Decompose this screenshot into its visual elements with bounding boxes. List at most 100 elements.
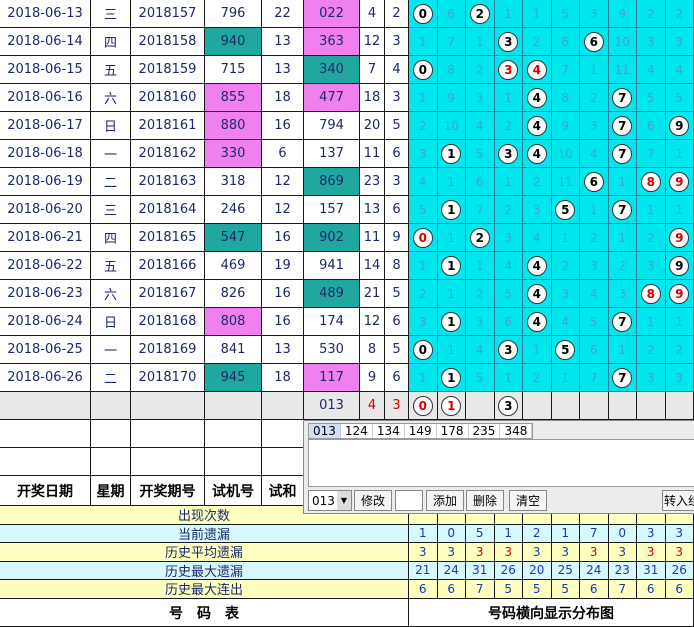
table-cell: 2018-06-23 [0,280,91,308]
table-cell: 715 [205,56,262,84]
digit-ball: 1 [441,199,462,220]
table-cell: 13 [360,196,385,224]
table-cell: 11 [360,224,385,252]
table-cell: 330 [205,140,262,168]
dist-cell: 2 [580,224,609,252]
table-cell: 022 [304,0,360,28]
dist-cell: 8 [637,280,666,308]
digit-ball: 4 [526,59,547,80]
pred-dist-cell [665,392,694,420]
table-cell: 9 [360,364,385,392]
empty-cell [91,448,131,476]
empty-cell [262,420,304,448]
table-cell: 117 [304,364,360,392]
table-cell: 2018-06-15 [0,56,91,84]
digit-ball: 7 [612,199,633,220]
digit-ball: 3 [498,31,519,52]
stat-value: 3 [665,543,694,562]
table-cell: 3 [385,168,409,196]
table-cell: 8 [360,336,385,364]
add-button[interactable]: 添加 [426,490,464,511]
number-tab[interactable]: 134 [373,424,405,438]
dist-cell: 1 [523,336,552,364]
number-tab[interactable]: 149 [405,424,437,438]
digit-ball: 9 [669,255,690,276]
digit-ball: 4 [526,283,547,304]
table-cell: 246 [205,196,262,224]
table-cell: 三 [91,0,131,28]
digit-ball: 0 [412,395,433,416]
pred-cell [91,392,131,420]
number-tab[interactable]: 013 [309,424,341,438]
stat-value: 7 [466,580,495,599]
table-cell: 6 [385,364,409,392]
lottery-table: 2018-06-13 三 2018157 796 22 022 4 2 0 6 2 1 1 5 3 9 2 2 20… [0,0,694,627]
stat-value: 20 [523,561,552,580]
number-input[interactable] [395,490,423,511]
stat-label: 当前遗漏 [0,524,409,543]
number-tab[interactable]: 178 [437,424,469,438]
table-cell: 四 [91,28,131,56]
stat-value: 6 [637,580,666,599]
stat-value: 23 [608,561,637,580]
digit-ball: 9 [669,115,690,136]
dist-cell: 1 [466,28,495,56]
digit-ball: 9 [669,283,690,304]
table-cell: 794 [304,112,360,140]
dist-cell: 1 [551,364,580,392]
table-cell: 469 [205,252,262,280]
dist-cell: 4 [523,280,552,308]
dist-cell: 1 [437,308,466,336]
delete-button[interactable]: 删除 [466,490,504,511]
number-select[interactable]: 013 ▼ [308,490,352,511]
table-cell: 902 [304,224,360,252]
dist-cell: 1 [437,196,466,224]
number-tab[interactable]: 124 [341,424,373,438]
table-cell: 日 [91,308,131,336]
pred-a: 4 [360,392,385,420]
digit-ball: 3 [498,143,519,164]
table-cell: 16 [262,112,304,140]
dist-cell: 10 [608,28,637,56]
dist-cell: 4 [409,168,438,196]
chevron-down-icon[interactable]: ▼ [337,491,351,510]
digit-ball: 1 [441,143,462,164]
edit-button[interactable]: 修改 [354,490,392,511]
table-cell: 4 [385,56,409,84]
table-cell: 16 [262,280,304,308]
stat-value: 3 [665,524,694,543]
digit-ball: 5 [555,199,576,220]
digit-ball: 2 [469,227,490,248]
number-tab[interactable]: 235 [469,424,501,438]
dist-cell: 1 [551,224,580,252]
stat-value: 31 [466,561,495,580]
digit-ball: 8 [640,171,661,192]
pred-dist-cell [637,392,666,420]
number-textarea[interactable] [308,439,694,487]
dist-cell: 7 [637,140,666,168]
dist-cell: 4 [523,84,552,112]
table-cell: 808 [205,308,262,336]
pred-kj: 013 [304,392,360,420]
pred-dist-cell [580,392,609,420]
dist-cell: 6 [466,168,495,196]
dist-cell: 2 [665,0,694,28]
table-cell: 6 [262,140,304,168]
empty-cell [131,420,205,448]
transfer-button[interactable]: 转入组 [662,490,694,511]
clear-button[interactable]: 清空 [509,490,547,511]
number-tab[interactable]: 348 [500,424,533,438]
stat-value: 6 [409,580,438,599]
empty-cell [205,420,262,448]
stat-value: 5 [523,580,552,599]
digit-ball: 0 [412,227,433,248]
table-cell: 940 [205,28,262,56]
table-cell: 2 [385,0,409,28]
table-cell: 477 [304,84,360,112]
digit-ball: 7 [612,87,633,108]
dist-cell: 2 [466,280,495,308]
stat-value: 5 [466,524,495,543]
digit-ball: 7 [612,311,633,332]
dist-cell: 1 [494,84,523,112]
dist-cell: 2 [608,252,637,280]
